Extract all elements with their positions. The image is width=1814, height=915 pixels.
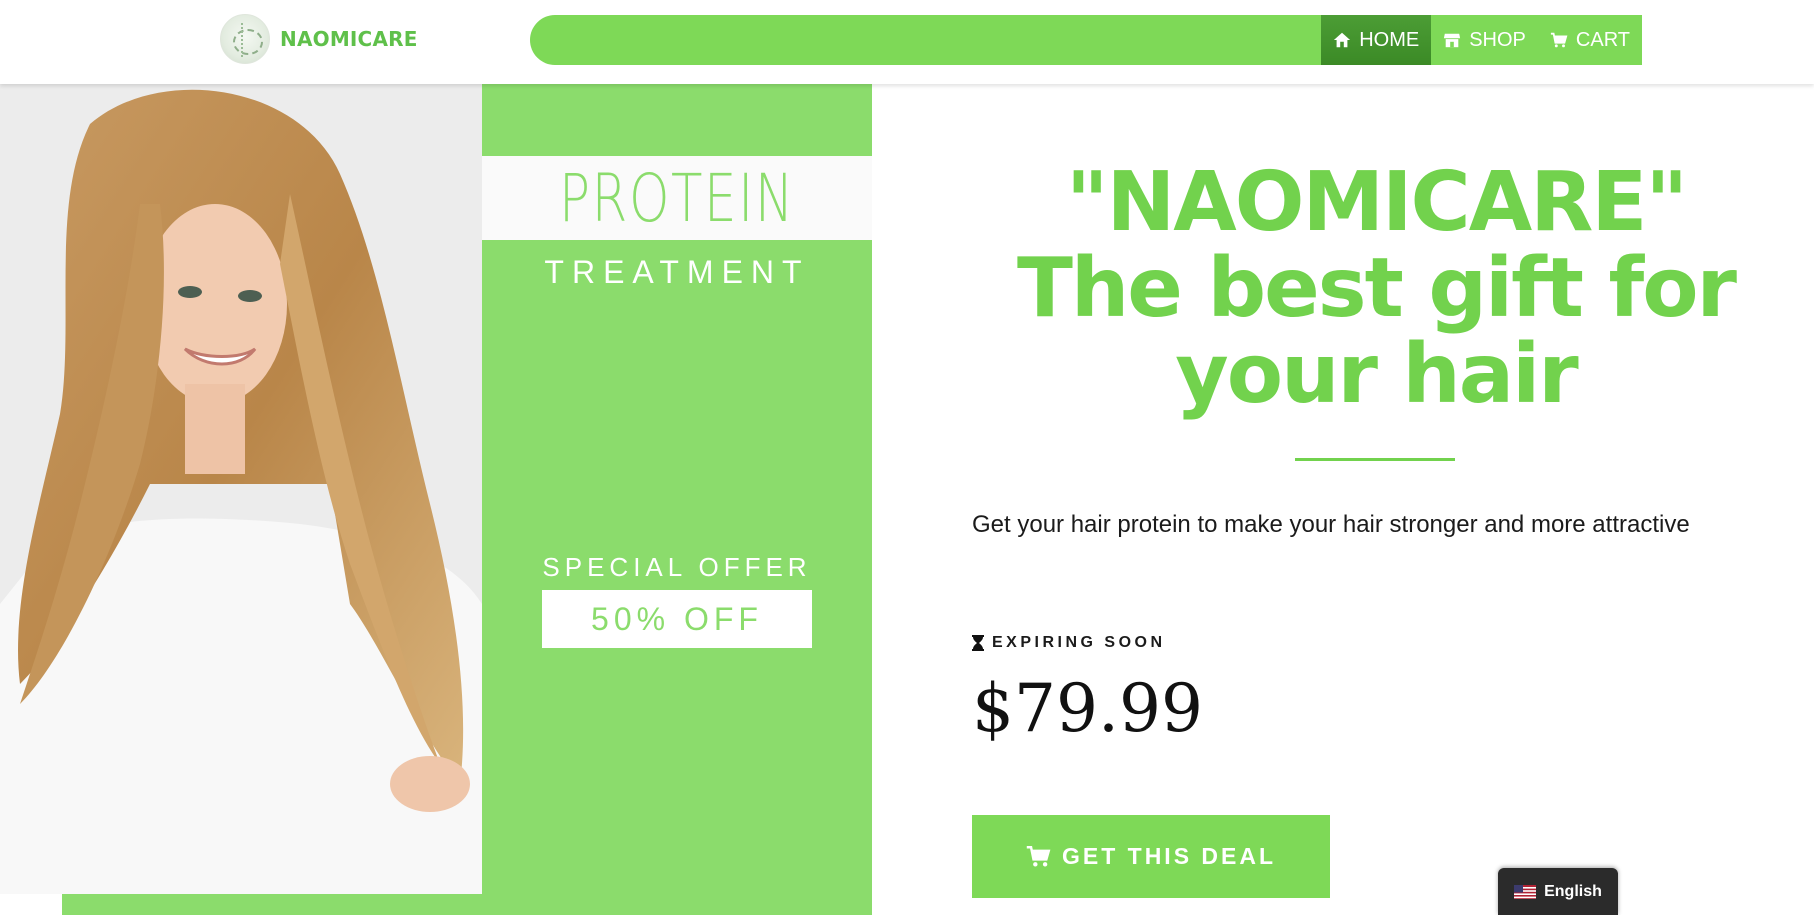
get-deal-button[interactable]: GET THIS DEAL <box>972 815 1330 898</box>
hourglass-icon <box>972 635 984 651</box>
brand-name: NAOMICARE <box>280 27 418 51</box>
nav-shop[interactable]: SHOP <box>1431 15 1538 65</box>
photo-bottom-strip <box>0 894 62 915</box>
expiring-label: EXPIRING SOON <box>992 634 1166 651</box>
headline-divider <box>1295 458 1455 461</box>
nav-home[interactable]: HOME <box>1321 15 1432 65</box>
us-flag-icon <box>1514 884 1537 899</box>
special-offer-label: SPECIAL OFFER <box>542 552 812 582</box>
nav-home-label: HOME <box>1359 28 1420 51</box>
store-icon <box>1444 33 1461 48</box>
logo[interactable]: NAOMICARE <box>220 14 418 64</box>
get-deal-label: GET THIS DEAL <box>1061 843 1277 869</box>
hair-model-illustration <box>0 84 482 894</box>
discount-badge: 50% OFF <box>542 590 812 648</box>
model-photo <box>0 84 482 894</box>
logo-emblem-icon <box>220 14 270 64</box>
site-header: NAOMICARE HOME SHOP CART <box>0 0 1814 84</box>
treatment-subtitle: TREATMENT <box>544 254 810 290</box>
protein-title: PROTEIN <box>559 159 795 237</box>
offer-panel-top <box>492 84 872 156</box>
page-headline: "NAOMICARE" The best gift for your hair <box>1016 155 1737 422</box>
expiring-notice: EXPIRING SOON <box>972 634 1166 652</box>
nav-cart-label: CART <box>1575 28 1630 51</box>
nav-cart[interactable]: CART <box>1538 15 1642 65</box>
language-switcher[interactable]: English <box>1498 868 1618 915</box>
product-description: Get your hair protein to make your hair … <box>972 511 1690 538</box>
nav-shop-label: SHOP <box>1469 28 1526 51</box>
main-navigation: HOME SHOP CART <box>530 15 1642 65</box>
cart-icon <box>1550 32 1568 48</box>
promo-banner: PROTEIN TREATMENT SPECIAL OFFER 50% OFF <box>0 84 872 915</box>
cart-icon <box>1026 845 1051 867</box>
language-label: English <box>1544 882 1602 900</box>
product-price: $79.99 <box>972 670 1203 747</box>
home-icon <box>1334 32 1351 48</box>
